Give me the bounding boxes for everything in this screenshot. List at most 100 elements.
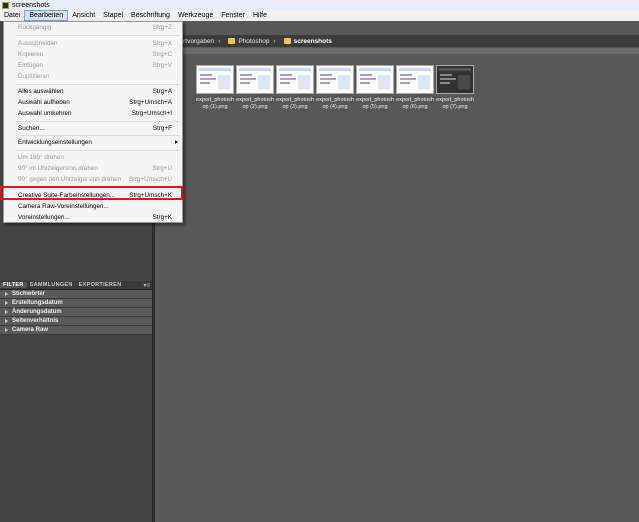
breadcrumb-item-photoshop[interactable]: Photoshop xyxy=(238,38,269,45)
content-area: exportvorgaben › Photoshop › screenshots… xyxy=(155,21,639,522)
menu-item-label: Auswahl umkehren xyxy=(18,109,72,117)
menu-item-kopieren[interactable]: Kopieren Strg+C xyxy=(4,49,182,59)
menu-item-shortcut: Strg+Umsch+I xyxy=(131,109,172,117)
menu-item-label: Camera Raw-Voreinstellungen... xyxy=(18,202,109,210)
menu-item-label: Auswahl aufheben xyxy=(18,98,70,106)
menu-item-shortcut: Strg+Umsch+A xyxy=(129,98,172,106)
menu-werkzeuge[interactable]: Werkzeuge xyxy=(174,10,217,21)
filter-row-seitenverhaeltnis[interactable]: Seitenverhältnis xyxy=(0,317,152,326)
menu-item-suchen[interactable]: Suchen... Strg+F xyxy=(4,123,182,133)
submenu-arrow-icon xyxy=(175,140,178,144)
thumbnail-caption: export_photosh op (3).png xyxy=(276,97,314,110)
tab-sammlungen[interactable]: SAMMLUNGEN xyxy=(27,282,76,288)
thumbnail-image[interactable] xyxy=(196,65,234,94)
thumbnail-item[interactable]: export_photosh op (7).png xyxy=(435,65,475,111)
tab-exportieren[interactable]: EXPORTIEREN xyxy=(76,282,125,288)
menu-beschriftung[interactable]: Beschriftung xyxy=(127,10,174,21)
breadcrumb: exportvorgaben › Photoshop › screenshots xyxy=(155,35,639,47)
filter-panel: FILTER SAMMLUNGEN EXPORTIEREN ▾≡ Stichwö… xyxy=(0,281,152,335)
menu-item-90-gegen-uhrzeigersinn[interactable]: 90° gegen den Uhrzeigersinn drehen Strg+U… xyxy=(4,174,182,184)
thumbnail-item[interactable]: export_photosh op (3).png xyxy=(275,65,315,111)
menu-item-label: Einfügen xyxy=(18,61,43,69)
menu-item-shortcut: Strg+A xyxy=(152,87,172,95)
menu-item-shortcut: Strg+Umsch+U xyxy=(128,175,172,183)
thumbnail-image[interactable] xyxy=(396,65,434,94)
thumbnail-image[interactable] xyxy=(316,65,354,94)
thumbnail-item[interactable]: export_photosh op (6).png xyxy=(395,65,435,111)
bridge-app-icon xyxy=(2,1,9,9)
menu-item-entwicklungseinstellungen[interactable]: Entwicklungseinstellungen xyxy=(4,137,182,147)
filter-row-camera-raw[interactable]: Camera Raw xyxy=(0,326,152,335)
menu-separator xyxy=(16,121,180,122)
menu-item-label: Alles auswählen xyxy=(18,87,64,95)
expand-triangle-icon xyxy=(5,292,8,296)
menu-stapel[interactable]: Stapel xyxy=(99,10,127,21)
menu-item-um-180-drehen[interactable]: Um 180° drehen xyxy=(4,152,182,162)
menu-item-rueckgaengig[interactable]: Rückgängig Strg+Z xyxy=(4,22,182,32)
menu-item-shortcut: Strg+F xyxy=(152,124,172,132)
menu-item-auswahl-aufheben[interactable]: Auswahl aufheben Strg+Umsch+A xyxy=(4,97,182,107)
menu-item-label: Entwicklungseinstellungen xyxy=(18,138,92,146)
thumbnail-image[interactable] xyxy=(436,65,474,94)
menu-item-shortcut: Strg+C xyxy=(152,50,172,58)
panel-menu-icon[interactable]: ▾≡ xyxy=(143,282,150,289)
menu-item-label: Voreinstellungen... xyxy=(18,213,70,221)
thumbnail-item[interactable]: export_photosh op (2).png xyxy=(235,65,275,111)
filter-row-label: Seitenverhältnis xyxy=(12,318,59,324)
menu-item-90-im-uhrzeigersinn[interactable]: 90° im Uhrzeigersinn drehen Strg+U xyxy=(4,163,182,173)
menu-item-label: Ausschneiden xyxy=(18,39,58,47)
folder-icon xyxy=(228,38,236,44)
filter-panel-tabs: FILTER SAMMLUNGEN EXPORTIEREN ▾≡ xyxy=(0,281,152,290)
thumbnail-caption: export_photosh op (6).png xyxy=(396,97,434,110)
thumbnail-item[interactable]: export_photosh op (5).png xyxy=(355,65,395,111)
thumbnail-item[interactable]: export_photosh op (1).png xyxy=(195,65,235,111)
filter-row-label: Camera Raw xyxy=(12,327,49,333)
filter-row-erstellungsdatum[interactable]: Erstellungsdatum xyxy=(0,299,152,308)
expand-triangle-icon xyxy=(5,319,8,323)
menu-item-camera-raw-voreinstellungen[interactable]: Camera Raw-Voreinstellungen... xyxy=(4,201,182,211)
menu-separator xyxy=(16,35,180,36)
menu-datei[interactable]: Datei xyxy=(0,10,24,21)
menu-item-label: 90° gegen den Uhrzeigersinn drehen xyxy=(18,175,121,183)
thumbnail-image[interactable] xyxy=(236,65,274,94)
filter-row-label: Erstellungsdatum xyxy=(12,300,63,306)
thumbnail-image[interactable] xyxy=(356,65,394,94)
menu-item-shortcut: Strg+V xyxy=(152,61,172,69)
thumbnail-caption: export_photosh op (2).png xyxy=(236,97,274,110)
menu-item-label: Suchen... xyxy=(18,124,45,132)
folder-icon xyxy=(283,38,291,44)
filter-row-label: Stichwörter xyxy=(12,291,46,297)
menu-item-shortcut: Strg+K xyxy=(152,213,172,221)
thumbnail-item[interactable]: export_photosh op (4).png xyxy=(315,65,355,111)
window-title: screenshots xyxy=(12,1,50,9)
menu-item-shortcut: Strg+U xyxy=(152,164,172,172)
menu-item-duplizieren[interactable]: Duplizieren xyxy=(4,71,182,81)
thumbnail-caption: export_photosh op (7).png xyxy=(436,97,474,110)
menu-bearbeiten[interactable]: Bearbeiten xyxy=(24,10,69,21)
menu-item-label: Kopieren xyxy=(18,50,44,58)
filter-row-stichwoerter[interactable]: Stichwörter xyxy=(0,290,152,299)
expand-triangle-icon xyxy=(5,328,8,332)
menu-hilfe[interactable]: Hilfe xyxy=(249,10,271,21)
menu-item-label: Um 180° drehen xyxy=(18,153,64,161)
menu-fenster[interactable]: Fenster xyxy=(217,10,249,21)
chevron-right-icon: › xyxy=(218,37,221,45)
menu-separator xyxy=(16,84,180,85)
filter-row-label: Änderungsdatum xyxy=(12,309,62,315)
menu-item-voreinstellungen[interactable]: Voreinstellungen... Strg+K xyxy=(4,212,182,222)
menu-item-auswahl-umkehren[interactable]: Auswahl umkehren Strg+Umsch+I xyxy=(4,108,182,118)
menu-item-einfuegen[interactable]: Einfügen Strg+V xyxy=(4,60,182,70)
title-bar: screenshots xyxy=(0,0,639,10)
tab-filter[interactable]: FILTER xyxy=(0,282,27,288)
thumbnail-caption: export_photosh op (4).png xyxy=(316,97,354,110)
thumbnail-image[interactable] xyxy=(276,65,314,94)
menu-item-label: Rückgängig xyxy=(18,23,52,31)
chevron-right-icon: › xyxy=(273,37,276,45)
menu-item-ausschneiden[interactable]: Ausschneiden Strg+X xyxy=(4,38,182,48)
breadcrumb-item-screenshots[interactable]: screenshots xyxy=(294,38,332,45)
menu-item-shortcut: Strg+Z xyxy=(152,23,172,31)
menu-item-label: Duplizieren xyxy=(18,72,50,80)
menu-item-alles-auswaehlen[interactable]: Alles auswählen Strg+A xyxy=(4,86,182,96)
menu-ansicht[interactable]: Ansicht xyxy=(68,10,99,21)
filter-row-aenderungsdatum[interactable]: Änderungsdatum xyxy=(0,308,152,317)
